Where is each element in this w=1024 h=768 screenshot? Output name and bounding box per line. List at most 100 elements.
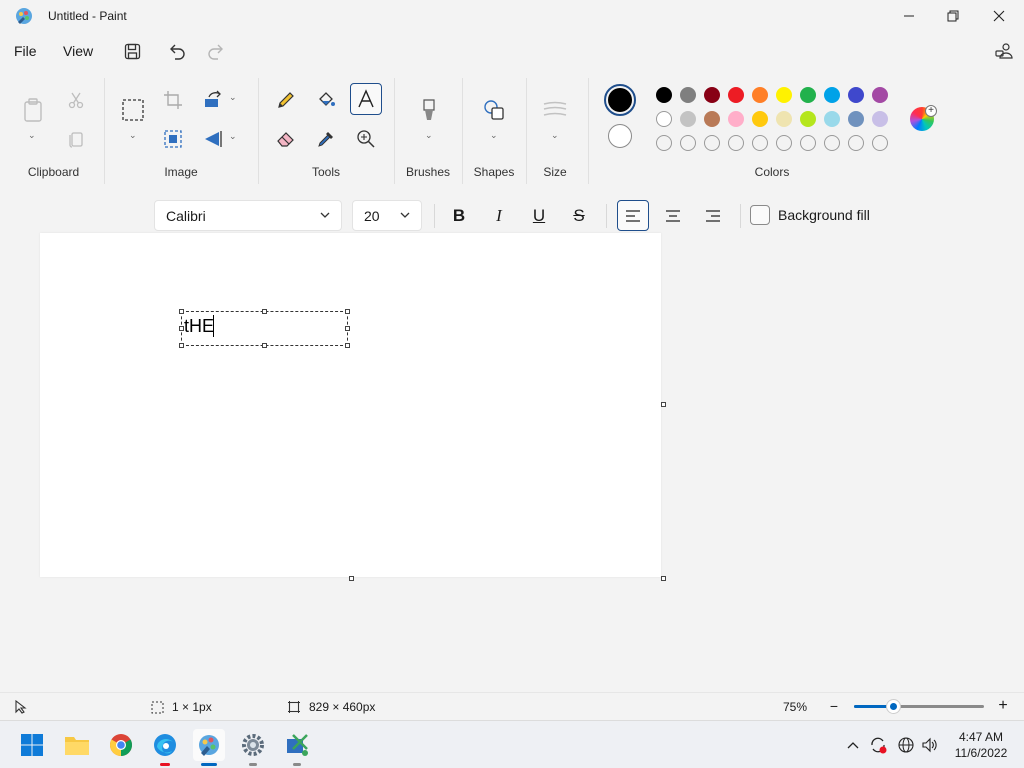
clock[interactable]: 4:47 AM 11/6/2022 bbox=[946, 729, 1016, 761]
palette-color-swatch[interactable] bbox=[752, 111, 768, 127]
network-button[interactable] bbox=[896, 735, 916, 755]
paint-taskbar-button[interactable] bbox=[193, 729, 225, 761]
sync-status-button[interactable] bbox=[868, 735, 888, 755]
textbox-handle[interactable] bbox=[345, 326, 350, 331]
rotate-chevron-icon[interactable]: ⌄ bbox=[229, 92, 237, 103]
palette-color-swatch[interactable] bbox=[776, 87, 792, 103]
custom-color-slot[interactable] bbox=[656, 135, 672, 151]
file-menu[interactable]: File bbox=[14, 43, 37, 59]
textbox-handle[interactable] bbox=[179, 309, 184, 314]
palette-color-swatch[interactable] bbox=[848, 87, 864, 103]
palette-color-swatch[interactable] bbox=[752, 87, 768, 103]
text-tool[interactable] bbox=[350, 83, 382, 115]
custom-color-slot[interactable] bbox=[800, 135, 816, 151]
palette-color-swatch[interactable] bbox=[704, 111, 720, 127]
palette-color-swatch[interactable] bbox=[776, 111, 792, 127]
file-explorer-button[interactable] bbox=[61, 729, 93, 761]
textbox-handle[interactable] bbox=[262, 309, 267, 314]
show-hidden-icons-button[interactable] bbox=[843, 735, 863, 755]
drawing-canvas[interactable] bbox=[40, 233, 661, 577]
custom-color-slot[interactable] bbox=[872, 135, 888, 151]
pencil-tool[interactable] bbox=[270, 84, 302, 116]
restore-button[interactable] bbox=[930, 0, 976, 32]
chrome-button[interactable] bbox=[105, 729, 137, 761]
shapes-button[interactable] bbox=[478, 94, 510, 126]
shapes-chevron-icon[interactable]: ⌄ bbox=[490, 130, 498, 141]
edge-button[interactable] bbox=[149, 729, 181, 761]
textbox-content[interactable]: tHE bbox=[184, 316, 214, 337]
custom-color-slot[interactable] bbox=[848, 135, 864, 151]
canvas-resize-handle-corner[interactable] bbox=[661, 576, 666, 581]
secondary-color-button[interactable] bbox=[608, 124, 632, 148]
italic-button[interactable]: I bbox=[483, 200, 515, 231]
rotate-button[interactable] bbox=[197, 84, 229, 116]
textbox-handle[interactable] bbox=[345, 309, 350, 314]
palette-color-swatch[interactable] bbox=[728, 87, 744, 103]
custom-color-slot[interactable] bbox=[704, 135, 720, 151]
flip-button[interactable] bbox=[197, 123, 229, 155]
eraser-tool[interactable] bbox=[270, 123, 302, 155]
palette-color-swatch[interactable] bbox=[872, 87, 888, 103]
view-menu[interactable]: View bbox=[63, 43, 93, 59]
custom-color-slot[interactable] bbox=[680, 135, 696, 151]
minimize-button[interactable] bbox=[886, 0, 932, 32]
share-button[interactable] bbox=[994, 41, 1014, 61]
canvas-resize-handle-bottom[interactable] bbox=[349, 576, 354, 581]
palette-color-swatch[interactable] bbox=[656, 111, 672, 127]
font-size-dropdown[interactable]: 20 bbox=[352, 200, 422, 231]
volume-button[interactable] bbox=[920, 735, 940, 755]
primary-color-button[interactable] bbox=[604, 84, 636, 116]
crop-button[interactable] bbox=[157, 84, 189, 116]
redo-button[interactable] bbox=[206, 41, 226, 61]
brushes-button[interactable] bbox=[413, 94, 445, 126]
close-button[interactable] bbox=[976, 0, 1022, 32]
textbox-handle[interactable] bbox=[345, 343, 350, 348]
palette-color-swatch[interactable] bbox=[800, 111, 816, 127]
palette-color-swatch[interactable] bbox=[704, 87, 720, 103]
zoom-slider-thumb[interactable] bbox=[887, 700, 900, 713]
cut-button[interactable] bbox=[60, 84, 92, 116]
start-button[interactable] bbox=[16, 729, 48, 761]
fill-tool[interactable] bbox=[310, 84, 342, 116]
undo-button[interactable] bbox=[167, 41, 187, 61]
align-left-button[interactable] bbox=[617, 200, 649, 231]
align-center-button[interactable] bbox=[657, 200, 689, 231]
background-fill-checkbox[interactable] bbox=[750, 205, 770, 225]
select-button[interactable] bbox=[117, 94, 149, 126]
textbox-handle[interactable] bbox=[179, 343, 184, 348]
font-family-dropdown[interactable]: Calibri bbox=[154, 200, 342, 231]
size-button[interactable] bbox=[539, 94, 571, 126]
brushes-chevron-icon[interactable]: ⌄ bbox=[425, 130, 433, 141]
magnifier-tool[interactable] bbox=[350, 123, 382, 155]
bold-button[interactable]: B bbox=[443, 200, 475, 231]
color-picker-tool[interactable] bbox=[310, 123, 342, 155]
copy-button[interactable] bbox=[60, 123, 92, 155]
custom-color-slot[interactable] bbox=[728, 135, 744, 151]
palette-color-swatch[interactable] bbox=[824, 87, 840, 103]
palette-color-swatch[interactable] bbox=[656, 87, 672, 103]
palette-color-swatch[interactable] bbox=[680, 111, 696, 127]
paste-button[interactable] bbox=[16, 94, 50, 126]
select-chevron-icon[interactable]: ⌄ bbox=[129, 130, 137, 141]
palette-color-swatch[interactable] bbox=[848, 111, 864, 127]
custom-color-slot[interactable] bbox=[824, 135, 840, 151]
save-button[interactable] bbox=[122, 41, 142, 61]
underline-button[interactable]: U bbox=[523, 200, 555, 231]
zoom-out-button[interactable]: − bbox=[826, 699, 842, 715]
size-chevron-icon[interactable]: ⌄ bbox=[551, 130, 559, 141]
palette-color-swatch[interactable] bbox=[680, 87, 696, 103]
snipping-tool-button[interactable] bbox=[281, 729, 313, 761]
flip-chevron-icon[interactable]: ⌄ bbox=[229, 131, 237, 142]
palette-color-swatch[interactable] bbox=[824, 111, 840, 127]
zoom-in-button[interactable]: + bbox=[995, 698, 1011, 714]
paste-chevron-icon[interactable]: ⌄ bbox=[28, 130, 36, 141]
canvas-resize-handle-right[interactable] bbox=[661, 402, 666, 407]
custom-color-slot[interactable] bbox=[752, 135, 768, 151]
palette-color-swatch[interactable] bbox=[872, 111, 888, 127]
align-right-button[interactable] bbox=[697, 200, 729, 231]
palette-color-swatch[interactable] bbox=[728, 111, 744, 127]
custom-color-slot[interactable] bbox=[776, 135, 792, 151]
resize-button[interactable] bbox=[157, 123, 189, 155]
palette-color-swatch[interactable] bbox=[800, 87, 816, 103]
edit-colors-button[interactable]: + bbox=[910, 105, 937, 133]
